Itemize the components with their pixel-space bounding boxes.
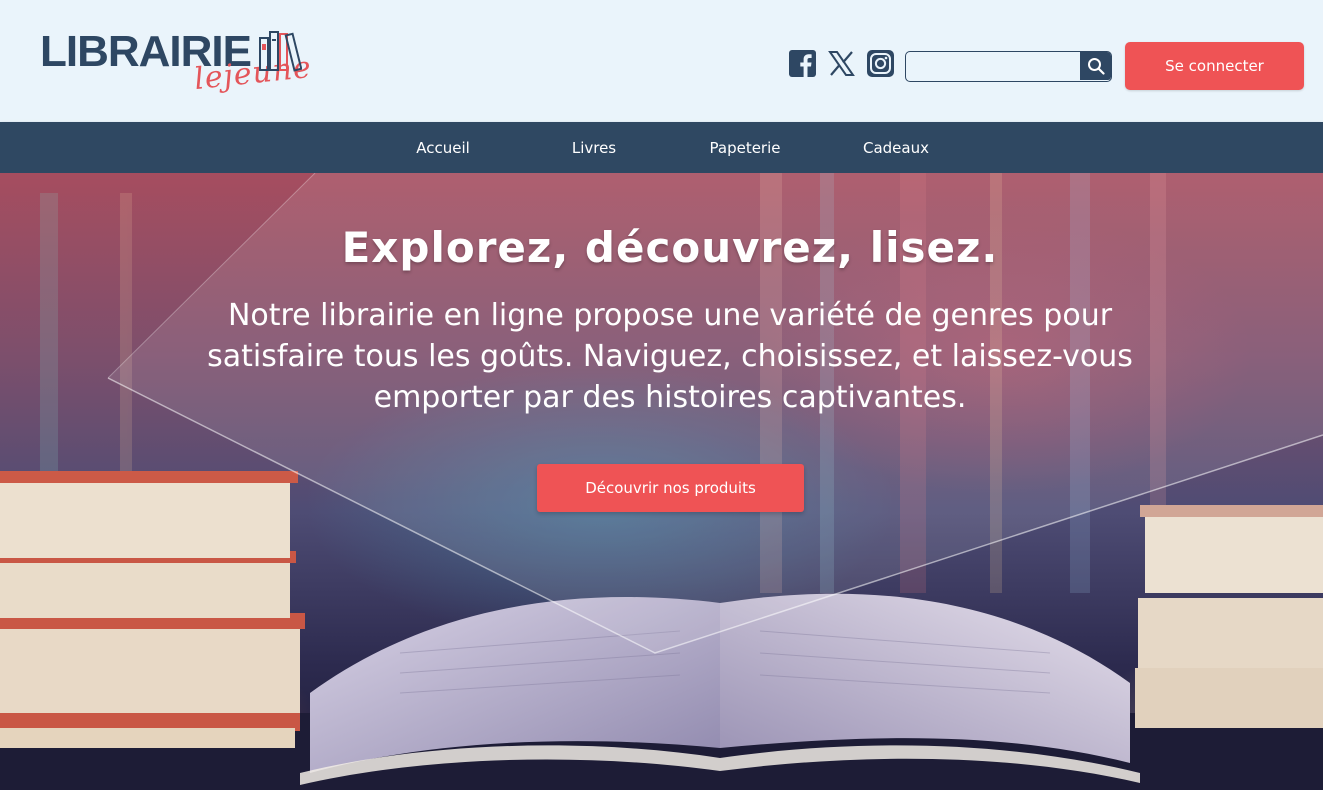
site-header: LIBRAIRIE lejeune Se connecter	[0, 0, 1323, 122]
search-button[interactable]	[1080, 52, 1111, 80]
hero-description: Notre librairie en ligne propose une var…	[207, 298, 1133, 415]
main-nav: Accueil Livres Papeterie Cadeaux	[0, 122, 1323, 173]
social-links	[789, 50, 894, 77]
hero-section: Explorez, découvrez, lisez. Notre librai…	[0, 173, 1323, 790]
facebook-link[interactable]	[789, 50, 816, 77]
nav-item-papeterie[interactable]: Papeterie	[670, 122, 820, 173]
discover-products-button[interactable]: Découvrir nos produits	[537, 464, 804, 512]
x-icon	[828, 51, 855, 76]
hero-title: Explorez, découvrez, lisez.	[341, 223, 999, 272]
instagram-link[interactable]	[867, 50, 894, 77]
books-icon	[259, 31, 302, 72]
search-bar	[905, 51, 1112, 82]
search-input[interactable]	[906, 52, 1081, 80]
nav-item-livres[interactable]: Livres	[519, 122, 669, 173]
nav-item-accueil[interactable]: Accueil	[368, 122, 518, 173]
instagram-icon	[867, 50, 894, 77]
facebook-icon	[789, 50, 816, 77]
login-button[interactable]: Se connecter	[1125, 42, 1304, 90]
x-link[interactable]	[828, 50, 855, 77]
nav-item-cadeaux[interactable]: Cadeaux	[821, 122, 971, 173]
logo[interactable]: LIBRAIRIE lejeune	[40, 26, 313, 106]
search-icon	[1087, 58, 1105, 75]
